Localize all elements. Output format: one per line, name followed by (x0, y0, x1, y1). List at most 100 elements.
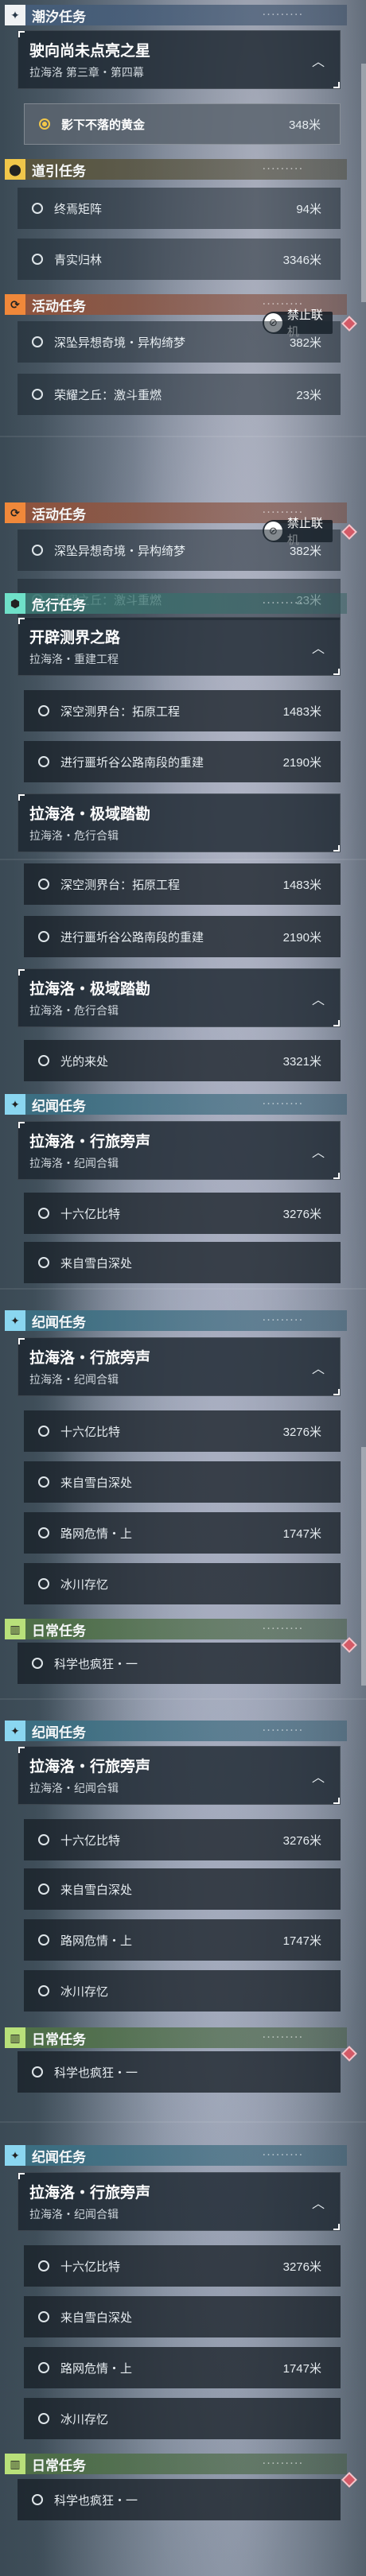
item-label: 进行噩圻谷公路南段的重建 (60, 930, 204, 945)
list-item[interactable]: 冰川存忆 (24, 1563, 341, 1604)
quest-header[interactable]: 拉海洛・极域踏勘 拉海洛・危行合辑 (18, 793, 341, 852)
section-richang[interactable]: ▥ 日常任务 • • • • • • • • • (5, 2454, 347, 2474)
item-label: 来自雪白深处 (60, 2310, 133, 2325)
list-item[interactable]: 十六亿比特 3276米 (24, 1819, 341, 1860)
list-item[interactable]: 来自雪白深处 (24, 1242, 341, 1283)
item-distance: 3346米 (282, 253, 321, 267)
scrollbar[interactable] (361, 1447, 366, 1686)
list-item[interactable]: 来自雪白深处 (24, 2296, 341, 2337)
list-item[interactable]: 冰川存忆 (24, 2398, 341, 2439)
quest-header[interactable]: 开辟测界之路 拉海洛・重建工程 ︿ (18, 617, 341, 676)
list-item[interactable]: 科学也疯狂・一 (18, 1643, 341, 1684)
radio-icon (38, 1055, 49, 1066)
item-label: 冰川存忆 (60, 2412, 109, 2427)
item-distance: 1747米 (282, 2361, 321, 2376)
item-distance: 3321米 (282, 1054, 321, 1069)
list-item[interactable]: 深空测界台：拓原工程 1483米 (24, 863, 341, 905)
chevron-up-icon[interactable]: ︿ (308, 1357, 329, 1378)
item-label: 来自雪白深处 (60, 1256, 133, 1271)
chevron-up-icon[interactable]: ︿ (308, 50, 329, 71)
section-title: 日常任务 (32, 2458, 86, 2473)
refresh-arrows-icon: ⟳ (5, 294, 25, 315)
chevron-up-icon[interactable]: ︿ (308, 2192, 329, 2213)
radio-icon (38, 1934, 49, 1946)
section-title: 纪闻任务 (32, 1314, 86, 1330)
item-label: 十六亿比特 (60, 1207, 121, 1221)
item-label: 青实归林 (54, 253, 103, 267)
plus-star-icon: ✦ (5, 1094, 25, 1115)
item-distance: 382米 (289, 336, 321, 350)
chevron-up-icon[interactable]: ︿ (308, 637, 329, 658)
list-item[interactable]: 路网危情・上 1747米 (24, 1512, 341, 1554)
section-richang[interactable]: ▥ 日常任务 • • • • • • • • • (5, 2027, 347, 2048)
frame-divider (0, 859, 366, 860)
list-item[interactable]: 十六亿比特 3276米 (24, 1410, 341, 1452)
item-label: 十六亿比特 (60, 2260, 121, 2274)
chevron-up-icon[interactable]: ︿ (308, 988, 329, 1009)
item-distance: 348米 (288, 118, 321, 132)
plus-star-icon: ✦ (5, 1310, 25, 1331)
section-chaoxi[interactable]: ✦ 潮汐任务 • • • • • • • • • (5, 5, 347, 25)
section-jiwen[interactable]: ✦ 纪闻任务 • • • • • • • • • (5, 2145, 347, 2166)
list-item[interactable]: 光的来处 3321米 (24, 1040, 341, 1081)
item-label: 深空测界台：拓原工程 (60, 704, 181, 719)
quest-subtitle: 拉海洛 第三章・第四幕 (29, 66, 144, 79)
list-item[interactable]: 科学也疯狂・一 (18, 2479, 341, 2520)
list-item[interactable]: 十六亿比特 3276米 (24, 2245, 341, 2287)
section-weixing[interactable]: ⬢ 危行任务 • • • • • • • • • (5, 593, 347, 614)
section-daoyin[interactable]: ⬤ 道引任务 • • • • • • • • • (5, 159, 347, 180)
book-icon: ▥ (5, 1619, 25, 1639)
list-item[interactable]: 青实归林 3346米 (18, 239, 341, 280)
list-item[interactable]: 冰川存忆 (24, 1970, 341, 2012)
item-label: 十六亿比特 (60, 1833, 121, 1848)
item-distance: 1483米 (282, 878, 321, 892)
list-item[interactable]: 十六亿比特 3276米 (24, 1193, 341, 1234)
item-label: 深坠异想奇境・异构绮梦 (54, 544, 186, 558)
list-item[interactable]: 深坠异想奇境・异构绮梦 382米 (18, 530, 341, 571)
location-pin-icon: ⬤ (5, 159, 25, 180)
quest-header[interactable]: 拉海洛・行旅旁声 拉海洛・纪闻合辑 ︿ (18, 1337, 341, 1396)
quest-header[interactable]: 拉海洛・行旅旁声 拉海洛・纪闻合辑 ︿ (18, 2172, 341, 2231)
list-item[interactable]: 深坠异想奇境・异构绮梦 382米 (18, 321, 341, 363)
list-item[interactable]: 来自雪白深处 (24, 1868, 341, 1910)
list-item[interactable]: 进行噩圻谷公路南段的重建 2190米 (24, 916, 341, 957)
section-jiwen[interactable]: ✦ 纪闻任务 • • • • • • • • • (5, 1310, 347, 1331)
quest-header[interactable]: 拉海洛・行旅旁声 拉海洛・纪闻合辑 ︿ (18, 1746, 341, 1805)
section-title: 纪闻任务 (32, 1724, 86, 1740)
list-item[interactable]: 深空测界台：拓原工程 1483米 (24, 690, 341, 731)
item-distance: 3276米 (282, 1833, 321, 1848)
section-jiwen[interactable]: ✦ 纪闻任务 • • • • • • • • • (5, 1721, 347, 1741)
section-title: 活动任务 (32, 298, 86, 314)
list-item[interactable]: 科学也疯狂・一 (18, 2051, 341, 2093)
list-item[interactable]: 路网危情・上 1747米 (24, 1919, 341, 1961)
list-item[interactable]: 终焉矩阵 94米 (18, 188, 341, 229)
quest-header[interactable]: 拉海洛・行旅旁声 拉海洛・纪闻合辑 ︿ (18, 1121, 341, 1180)
radio-icon (38, 756, 49, 767)
list-item[interactable]: 影下不落的黄金 348米 (24, 103, 341, 145)
plus-star-icon: ✦ (5, 1721, 25, 1741)
scrollbar[interactable] (361, 64, 366, 302)
quest-header[interactable]: 拉海洛・极域踏勘 拉海洛・危行合辑 ︿ (18, 968, 341, 1027)
quest-subtitle: 拉海洛・纪闻合辑 (29, 1157, 119, 1170)
section-dots: • • • • • • • • • (263, 1627, 302, 1631)
plus-star-icon: ✦ (5, 2145, 25, 2166)
item-label: 科学也疯狂・一 (54, 1657, 138, 1671)
quest-title: 拉海洛・极域踏勘 (29, 981, 151, 998)
section-richang[interactable]: ▥ 日常任务 • • • • • • • • • (5, 1619, 347, 1639)
quest-header[interactable]: 驶向尚未点亮之星 拉海洛 第三章・第四幕 ︿ (18, 30, 341, 89)
section-dots: • • • • • • • • • (263, 2035, 302, 2040)
section-title: 日常任务 (32, 1623, 86, 1639)
list-item[interactable]: 来自雪白深处 (24, 1461, 341, 1503)
list-item[interactable]: 进行噩圻谷公路南段的重建 2190米 (24, 741, 341, 782)
chevron-up-icon[interactable]: ︿ (308, 1141, 329, 1162)
chevron-up-icon[interactable]: ︿ (308, 1766, 329, 1787)
section-jiwen[interactable]: ✦ 纪闻任务 • • • • • • • • • (5, 1094, 347, 1115)
item-label: 路网危情・上 (60, 1934, 133, 1948)
radio-icon (38, 1985, 49, 1996)
quest-title: 驶向尚未点亮之星 (29, 43, 151, 60)
radio-icon (38, 879, 49, 890)
item-distance: 1483米 (282, 704, 321, 719)
list-item[interactable]: 路网危情・上 1747米 (24, 2347, 341, 2388)
frame-divider (0, 436, 366, 437)
list-item[interactable]: 荣耀之丘：激斗重燃 23米 (18, 374, 341, 415)
